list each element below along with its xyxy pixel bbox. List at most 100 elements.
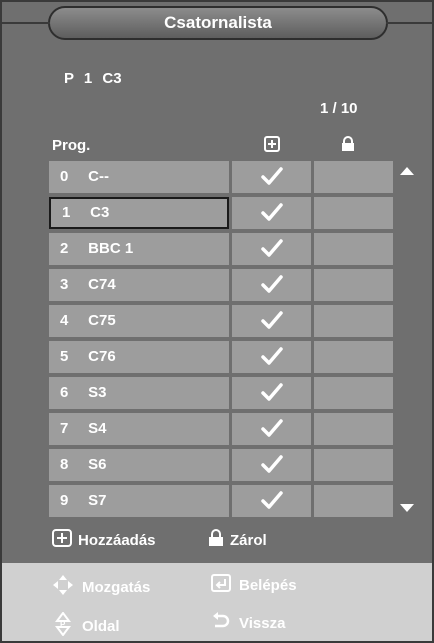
- lock-column-icon: [341, 136, 355, 157]
- channel-name: S6: [88, 456, 107, 473]
- channel-row[interactable]: 9 S7: [49, 485, 393, 517]
- lock-cell[interactable]: [314, 269, 393, 301]
- scroll-down-icon[interactable]: [400, 504, 414, 512]
- up-down-icon: P: [52, 611, 74, 640]
- hint-return: Vissza: [211, 612, 285, 634]
- channel-name-cell[interactable]: 4 C75: [49, 305, 229, 337]
- add-cell[interactable]: [232, 485, 311, 517]
- hint-enter: Belépés: [211, 574, 297, 596]
- channel-row[interactable]: 7 S4: [49, 413, 393, 445]
- channel-row[interactable]: 4 C75: [49, 305, 393, 337]
- channel-row[interactable]: 2 BBC 1: [49, 233, 393, 265]
- legend-lock: Zárol: [208, 529, 267, 551]
- checkmark-icon: [260, 346, 283, 371]
- checkmark-icon: [260, 166, 283, 191]
- add-cell[interactable]: [232, 269, 311, 301]
- add-cell[interactable]: [232, 377, 311, 409]
- four-way-arrows-icon: [52, 574, 74, 600]
- current-channel-info: P 1 C3: [64, 70, 122, 87]
- channel-number: 5: [60, 348, 69, 365]
- add-cell[interactable]: [232, 233, 311, 265]
- channel-name: S4: [88, 420, 107, 437]
- add-column-icon: [264, 136, 280, 157]
- lock-cell[interactable]: [314, 413, 393, 445]
- lock-cell[interactable]: [314, 305, 393, 337]
- page-title: Csatornalista: [2, 6, 432, 40]
- hint-move: Mozgatás: [52, 574, 150, 600]
- channel-name: C75: [88, 312, 116, 329]
- channel-name: C74: [88, 276, 116, 293]
- channel-name: C--: [88, 168, 109, 185]
- channel-name-cell[interactable]: 0 C--: [49, 161, 229, 193]
- prog-column-header: Prog.: [52, 137, 91, 154]
- checkmark-icon: [260, 202, 283, 227]
- hint-return-label: Vissza: [239, 614, 286, 632]
- channel-name: C3: [102, 70, 122, 87]
- channel-row[interactable]: 6 S3: [49, 377, 393, 409]
- lock-cell[interactable]: [314, 341, 393, 373]
- channel-name: C76: [88, 348, 116, 365]
- svg-text:P: P: [60, 620, 66, 629]
- lock-cell[interactable]: [314, 449, 393, 481]
- lock-cell[interactable]: [314, 233, 393, 265]
- channel-row[interactable]: 5 C76: [49, 341, 393, 373]
- lock-cell[interactable]: [314, 197, 393, 229]
- plus-box-icon: [52, 529, 72, 551]
- channel-name-cell[interactable]: 7 S4: [49, 413, 229, 445]
- channel-number: 1: [62, 204, 71, 221]
- add-cell[interactable]: [232, 197, 311, 229]
- channel-name: S3: [88, 384, 107, 401]
- add-cell[interactable]: [232, 341, 311, 373]
- legend-add-label: Hozzáadás: [78, 531, 156, 549]
- add-cell[interactable]: [232, 161, 311, 193]
- channel-number: 9: [60, 492, 69, 509]
- channel-row[interactable]: 8 S6: [49, 449, 393, 481]
- channel-name-cell[interactable]: 6 S3: [49, 377, 229, 409]
- hint-page: P Oldal: [52, 611, 120, 640]
- checkmark-icon: [260, 274, 283, 299]
- lock-cell[interactable]: [314, 377, 393, 409]
- channel-name-cell[interactable]: 5 C76: [49, 341, 229, 373]
- scroll-up-icon[interactable]: [400, 167, 414, 175]
- channel-name-cell[interactable]: 3 C74: [49, 269, 229, 301]
- checkmark-icon: [260, 310, 283, 335]
- program-number: 1: [83, 70, 93, 87]
- page-indicator: 1 / 10: [320, 100, 358, 117]
- checkmark-icon: [260, 238, 283, 263]
- hint-move-label: Mozgatás: [82, 578, 151, 596]
- add-cell[interactable]: [232, 449, 311, 481]
- enter-icon: [211, 574, 231, 596]
- channel-number: 0: [60, 168, 69, 185]
- channel-name-cell[interactable]: 2 BBC 1: [49, 233, 229, 265]
- hint-page-label: Oldal: [82, 617, 120, 635]
- channel-number: 8: [60, 456, 69, 473]
- channel-number: 3: [60, 276, 69, 293]
- channel-number: 6: [60, 384, 69, 401]
- checkmark-icon: [260, 418, 283, 443]
- channel-name: BBC 1: [88, 240, 134, 257]
- channel-name: S7: [88, 492, 107, 509]
- channel-row[interactable]: 0 C--: [49, 161, 393, 193]
- channel-number: 2: [60, 240, 69, 257]
- channel-name-cell[interactable]: 8 S6: [49, 449, 229, 481]
- channel-row[interactable]: 3 C74: [49, 269, 393, 301]
- channel-name-cell[interactable]: 1 C3: [49, 197, 229, 229]
- lock-cell[interactable]: [314, 485, 393, 517]
- channel-number: 7: [60, 420, 69, 437]
- add-cell[interactable]: [232, 413, 311, 445]
- channel-name-cell[interactable]: 9 S7: [49, 485, 229, 517]
- add-cell[interactable]: [232, 305, 311, 337]
- checkmark-icon: [260, 382, 283, 407]
- legend-lock-label: Zárol: [230, 531, 267, 549]
- channel-row[interactable]: 1 C3: [49, 197, 393, 229]
- padlock-icon: [208, 529, 224, 551]
- channel-list-screen: Csatornalista P 1 C3 1 / 10 Prog. 0 C-- 1…: [0, 0, 434, 643]
- channel-number: 4: [60, 312, 69, 329]
- channel-name: C3: [90, 204, 110, 221]
- hint-enter-label: Belépés: [239, 576, 297, 594]
- lock-cell[interactable]: [314, 161, 393, 193]
- legend-add: Hozzáadás: [52, 529, 156, 551]
- program-prefix: P: [64, 70, 74, 87]
- checkmark-icon: [260, 454, 283, 479]
- return-arrow-icon: [211, 612, 231, 634]
